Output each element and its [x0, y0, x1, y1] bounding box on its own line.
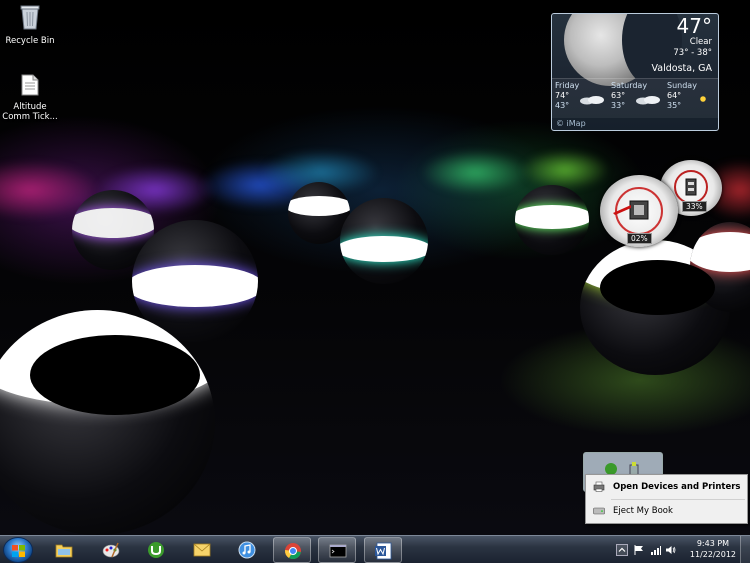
taskbar-button-explorer[interactable]	[45, 537, 83, 563]
start-button[interactable]	[3, 537, 33, 563]
weather-location: Valdosta, GA	[651, 63, 712, 74]
taskbar-button-utorrent[interactable]	[137, 537, 175, 563]
cloudy-icon	[580, 96, 604, 105]
desktop-icon-label: Altitude Comm Tick...	[2, 102, 58, 122]
menu-item-eject-my-book[interactable]: Eject My Book	[588, 501, 745, 521]
menu-item-label: Eject My Book	[613, 506, 673, 516]
menu-item-open-devices-printers[interactable]: Open Devices and Printers	[588, 477, 745, 497]
sun-icon	[700, 96, 706, 102]
forecast-day-name: Friday	[555, 81, 580, 90]
word-icon	[375, 542, 392, 560]
utorrent-icon	[148, 542, 164, 558]
menu-item-label: Open Devices and Printers	[613, 482, 741, 492]
cpu-needle	[613, 205, 631, 215]
document-icon	[21, 74, 39, 96]
taskbar-button-chrome[interactable]	[273, 537, 311, 563]
weather-temperature: 47°	[676, 14, 712, 38]
mail-icon	[193, 543, 211, 557]
forecast-day: Saturday 63° 33°	[611, 81, 665, 111]
cpu-percent: 02%	[627, 233, 652, 244]
memory-percent: 33%	[682, 201, 707, 212]
forecast-high: 64°	[667, 91, 682, 100]
clock-time: 9:43 PM	[696, 539, 730, 548]
taskbar-button-word[interactable]	[364, 537, 402, 563]
tray-context-menu: Open Devices and Printers Eject My Book	[585, 474, 748, 524]
forecast-day: Friday 74° 43°	[555, 81, 609, 111]
desktop-icon-label: Recycle Bin	[5, 36, 55, 46]
taskbar-button-mail[interactable]	[183, 537, 221, 563]
taskbar-button-command-prompt[interactable]	[318, 537, 356, 563]
recycle-bin-icon	[20, 5, 40, 30]
wallpaper-glow	[420, 150, 530, 195]
cmd-icon	[329, 544, 347, 558]
chrome-icon	[285, 543, 301, 560]
taskbar: 9:43 PM 11/22/2012	[0, 535, 750, 563]
show-desktop-button[interactable]	[740, 536, 750, 563]
wallpaper-sphere	[340, 198, 428, 284]
cpu-meter-dial[interactable]: 02%	[600, 175, 678, 247]
weather-gadget[interactable]: 47° Clear 73° - 38° Valdosta, GA Friday …	[551, 13, 719, 131]
drive-icon	[593, 507, 605, 515]
forecast-day: Sunday 64° 35°	[667, 81, 718, 111]
windows-start-icon	[12, 545, 25, 557]
desktop-wallpaper: Recycle Bin Altitude Comm Tick... 47° Cl…	[0, 0, 750, 535]
weather-range: 73° - 38°	[673, 48, 712, 58]
forecast-low: 35°	[667, 101, 682, 110]
weather-condition: Clear	[689, 37, 712, 47]
desktop-icon-altitude-comm[interactable]: Altitude Comm Tick...	[0, 74, 60, 122]
wallpaper-glow	[520, 150, 610, 190]
desktop-icon-recycle-bin[interactable]: Recycle Bin	[0, 4, 60, 46]
paint-icon	[102, 542, 120, 558]
itunes-icon	[238, 541, 256, 559]
clock-date: 11/22/2012	[689, 550, 736, 559]
wallpaper-sphere	[515, 185, 589, 255]
network-signal-icon[interactable]	[651, 545, 661, 555]
cloudy-icon	[636, 96, 660, 105]
volume-icon[interactable]	[666, 545, 676, 555]
taskbar-clock[interactable]: 9:43 PM 11/22/2012	[690, 538, 736, 560]
weather-forecast: Friday 74° 43° Saturday 63° 33° Sunday 6…	[552, 78, 718, 118]
forecast-day-name: Sunday	[667, 81, 697, 90]
forecast-day-name: Saturday	[611, 81, 648, 90]
action-center-flag-icon[interactable]	[634, 545, 644, 555]
folder-icon	[55, 544, 73, 558]
memory-chip-icon	[685, 178, 697, 196]
menu-separator	[611, 499, 745, 500]
weather-source: © iMap	[556, 119, 586, 128]
printer-icon	[593, 481, 605, 492]
taskbar-button-paint[interactable]	[92, 537, 130, 563]
show-hidden-icons-icon[interactable]	[616, 544, 628, 556]
wallpaper-sphere-shadow	[30, 335, 200, 415]
taskbar-button-itunes[interactable]	[228, 537, 266, 563]
notification-area: 9:43 PM 11/22/2012	[610, 536, 750, 563]
wallpaper-sphere-shadow	[600, 260, 715, 315]
